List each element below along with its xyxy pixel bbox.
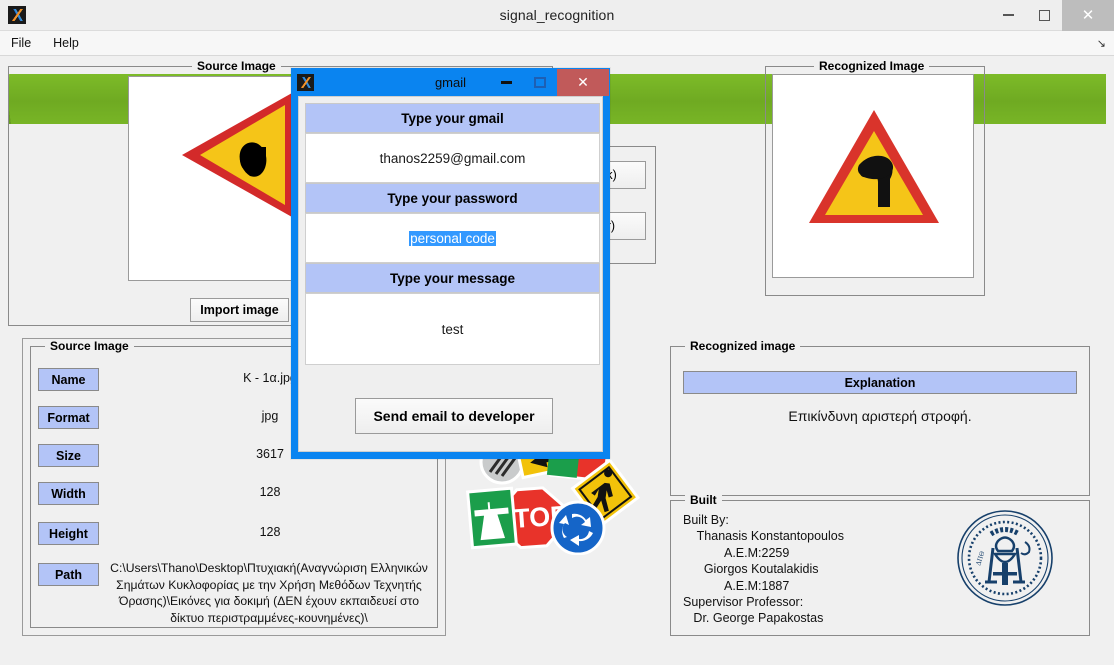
- main-window: signal_recognition ✕ File Help ↘ Source …: [0, 0, 1114, 665]
- recognized-sign-icon: [809, 110, 939, 223]
- import-image-button[interactable]: Import image: [190, 298, 289, 322]
- gmail-input-value: thanos2259@gmail.com: [379, 150, 526, 166]
- panel-built-legend: Built: [685, 493, 722, 507]
- panel-source-details-legend: Source Image: [45, 339, 134, 353]
- gmail-dialog[interactable]: gmail ✕ Type your gmail thanos2259@gmail…: [291, 68, 610, 459]
- source-image-frame: [128, 76, 298, 281]
- message-field-label: Type your message: [305, 263, 600, 293]
- value-width: 128: [259, 485, 281, 499]
- university-seal-icon: ΔΠΘ: [955, 508, 1055, 608]
- label-button-name[interactable]: Name: [38, 368, 99, 391]
- menu-item-help[interactable]: Help: [42, 31, 90, 56]
- label-button-height[interactable]: Height: [38, 522, 99, 545]
- gmail-field-label: Type your gmail: [305, 103, 600, 133]
- label-button-format[interactable]: Format: [38, 406, 99, 429]
- dialog-body: Type your gmail thanos2259@gmail.com Typ…: [298, 96, 603, 452]
- dialog-title: gmail: [434, 75, 467, 90]
- password-input-value: personal code: [409, 230, 496, 246]
- source-sign-rotated-icon: [182, 93, 292, 217]
- value-height: 128: [259, 525, 281, 539]
- message-input-value: test: [441, 321, 464, 337]
- label-button-width[interactable]: Width: [38, 482, 99, 505]
- value-path: C:\Users\Thano\Desktop\Πτυχιακή(Αναγνώρι…: [110, 561, 428, 625]
- window-titlebar: signal_recognition ✕: [0, 0, 1114, 31]
- label-button-path[interactable]: Path: [38, 563, 99, 586]
- built-credits: Built By: Thanasis Konstantopoulos A.E.M…: [683, 513, 844, 626]
- message-input[interactable]: test: [305, 293, 600, 365]
- window-title: signal_recognition: [499, 7, 615, 23]
- panel-source-image-legend: Source Image: [192, 59, 281, 73]
- menu-bar: File Help ↘: [0, 31, 1114, 56]
- password-field-label: Type your password: [305, 183, 600, 213]
- menu-item-file[interactable]: File: [0, 31, 42, 56]
- dialog-titlebar: gmail ✕: [292, 69, 609, 96]
- explanation-text: Επικίνδυνη αριστερή στροφή.: [788, 408, 972, 424]
- panel-recognized-details-legend: Recognized image: [685, 339, 801, 353]
- gmail-input[interactable]: thanos2259@gmail.com: [305, 133, 600, 183]
- panel-recognized-image-legend: Recognized Image: [814, 59, 930, 73]
- svg-text:ΔΠΘ: ΔΠΘ: [974, 550, 986, 566]
- recognized-image-frame: [772, 74, 974, 278]
- send-email-button[interactable]: Send email to developer: [355, 398, 553, 434]
- label-button-size[interactable]: Size: [38, 444, 99, 467]
- menu-overflow-icon[interactable]: ↘: [1097, 37, 1106, 50]
- password-input[interactable]: personal code: [305, 213, 600, 263]
- explanation-label-button[interactable]: Explanation: [683, 371, 1077, 394]
